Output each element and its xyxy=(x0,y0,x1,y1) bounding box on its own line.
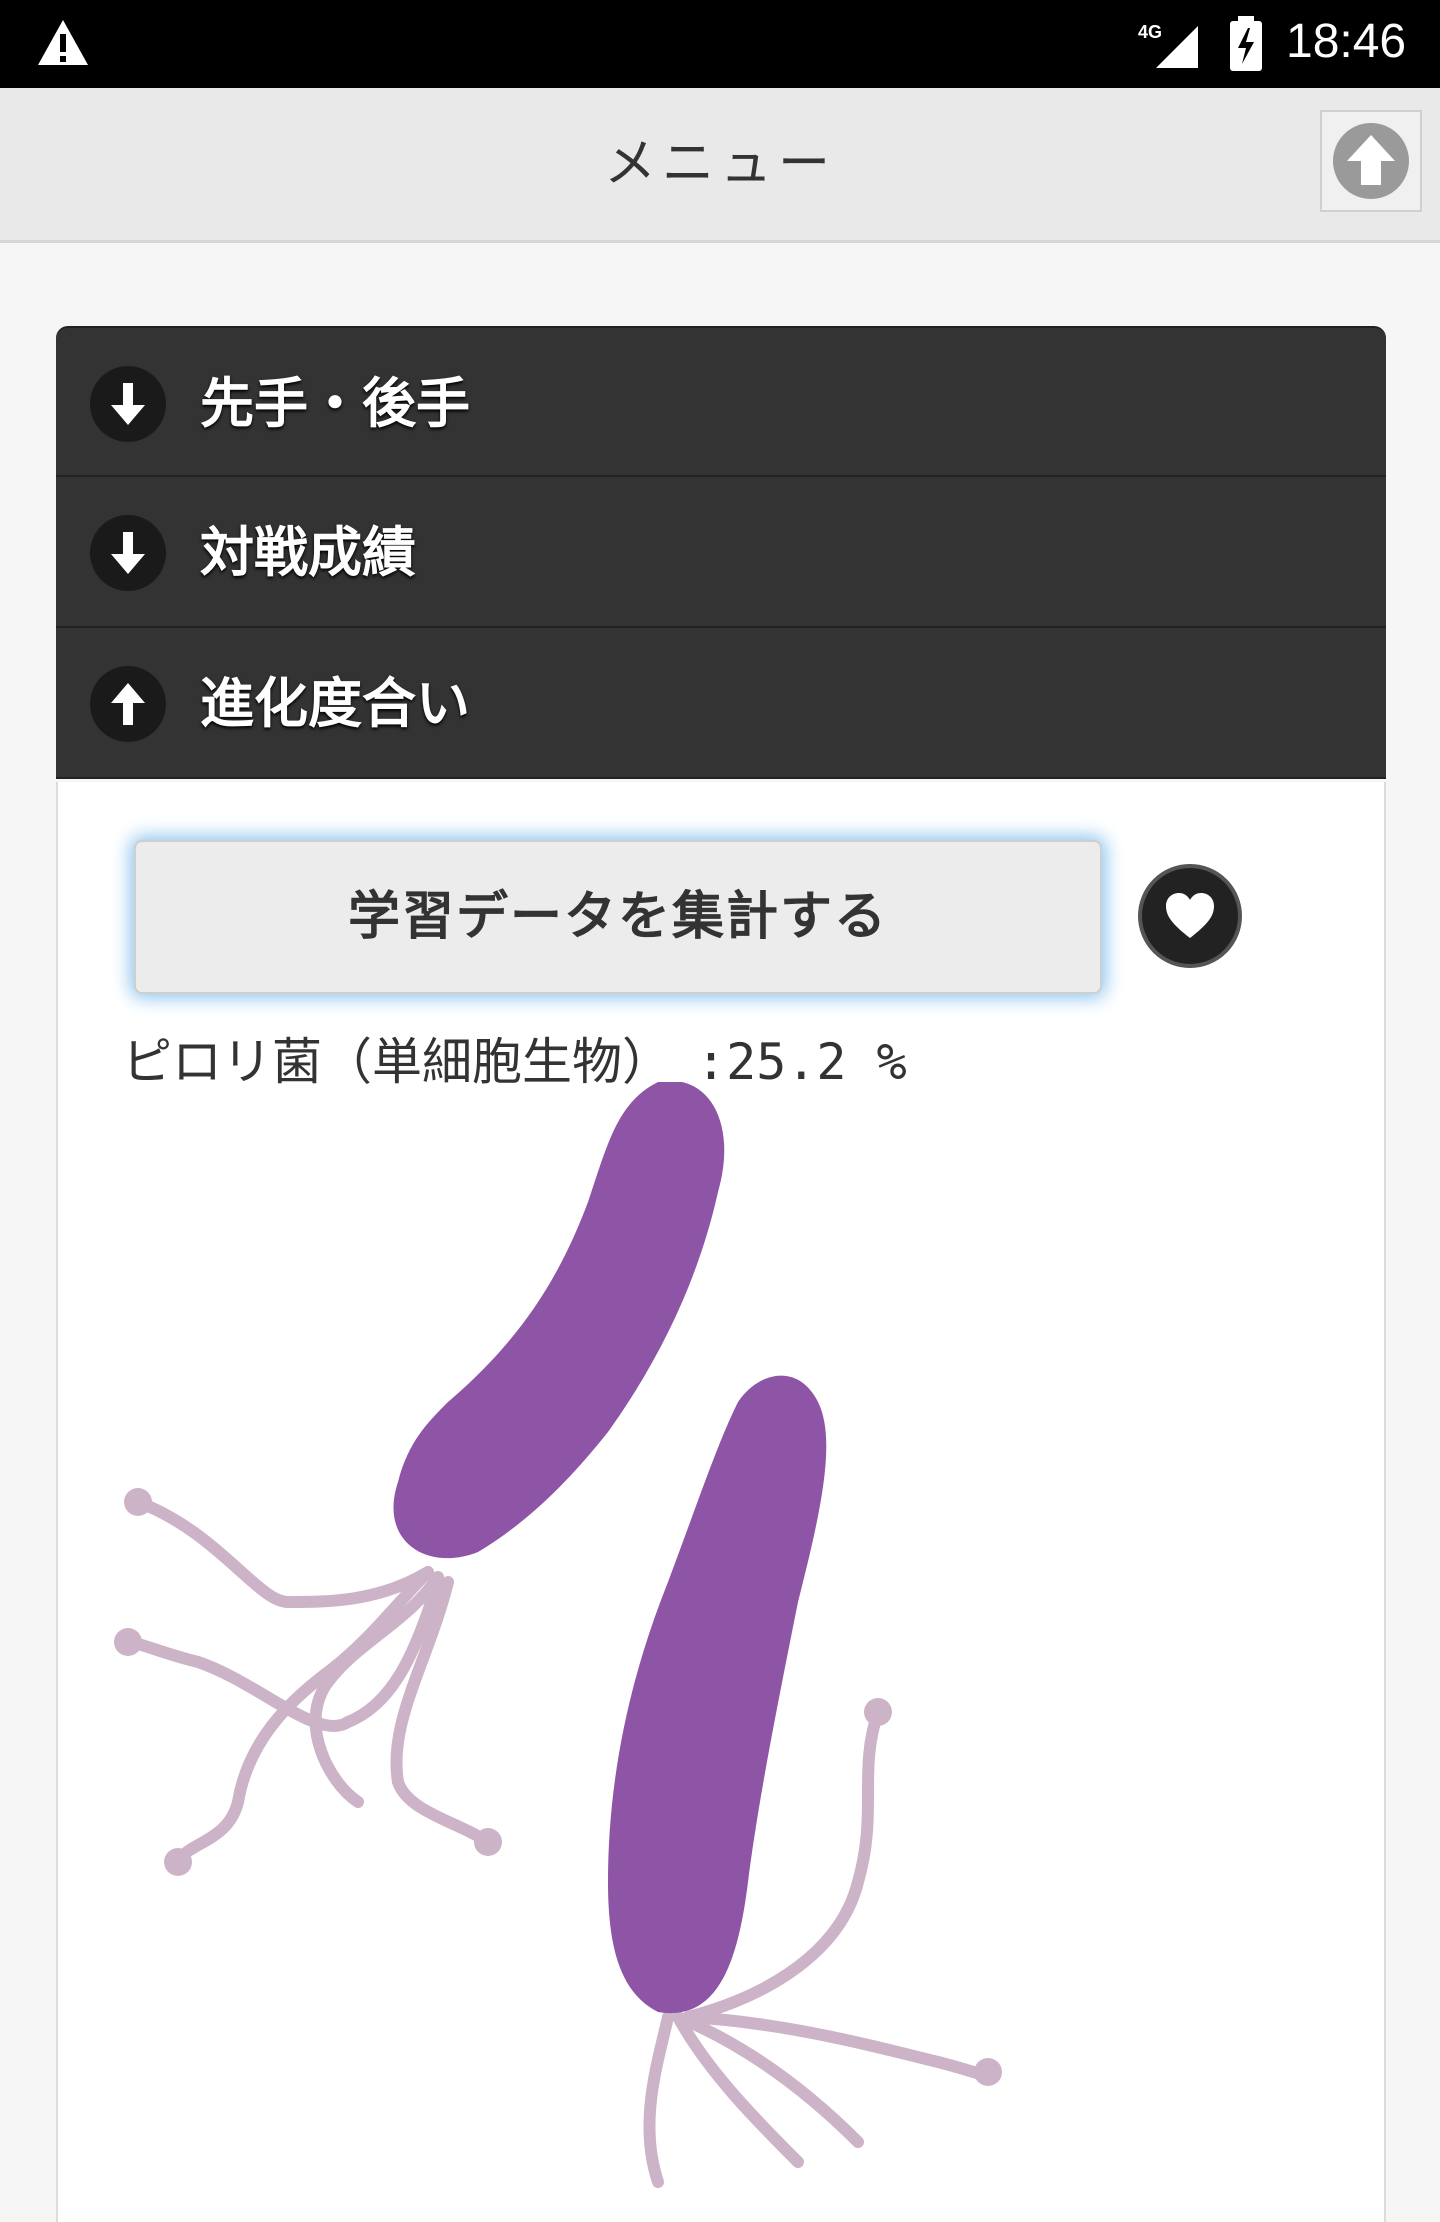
arrow-up-icon xyxy=(90,666,166,742)
heart-icon xyxy=(1166,893,1214,938)
accordion-label: 先手・後手 xyxy=(200,372,470,435)
scroll-top-button[interactable] xyxy=(1320,110,1422,212)
evolution-panel: 学習データを集計する ピロリ菌（単細胞生物）:25.2 % xyxy=(56,782,1386,2222)
header-bar: メニュー xyxy=(0,88,1440,243)
svg-text:4G: 4G xyxy=(1138,22,1162,42)
accordion-label: 進化度合い xyxy=(200,672,470,735)
clock: 18:46 xyxy=(1286,15,1407,68)
arrow-down-icon xyxy=(90,515,166,591)
signal-4g-icon: 4G xyxy=(1138,22,1198,68)
battery-charging-icon xyxy=(1230,16,1262,71)
accordion-label: 対戦成績 xyxy=(200,521,416,584)
favorite-button[interactable] xyxy=(1138,864,1242,968)
aggregate-data-button[interactable]: 学習データを集計する xyxy=(134,840,1102,994)
status-bar: 4G 18:46 xyxy=(0,0,1440,88)
arrow-up-circle-icon xyxy=(1333,123,1409,199)
bacteria-illustration xyxy=(114,1082,1002,2188)
accordion-menu: 先手・後手 対戦成績 進化度合い xyxy=(56,326,1386,779)
accordion-item-first-second[interactable]: 先手・後手 xyxy=(56,326,1386,477)
warning-icon xyxy=(38,20,88,65)
arrow-down-icon xyxy=(90,366,166,442)
accordion-item-evolution[interactable]: 進化度合い xyxy=(56,628,1386,779)
accordion-item-battle-record[interactable]: 対戦成績 xyxy=(56,477,1386,628)
page-title: メニュー xyxy=(603,134,836,194)
